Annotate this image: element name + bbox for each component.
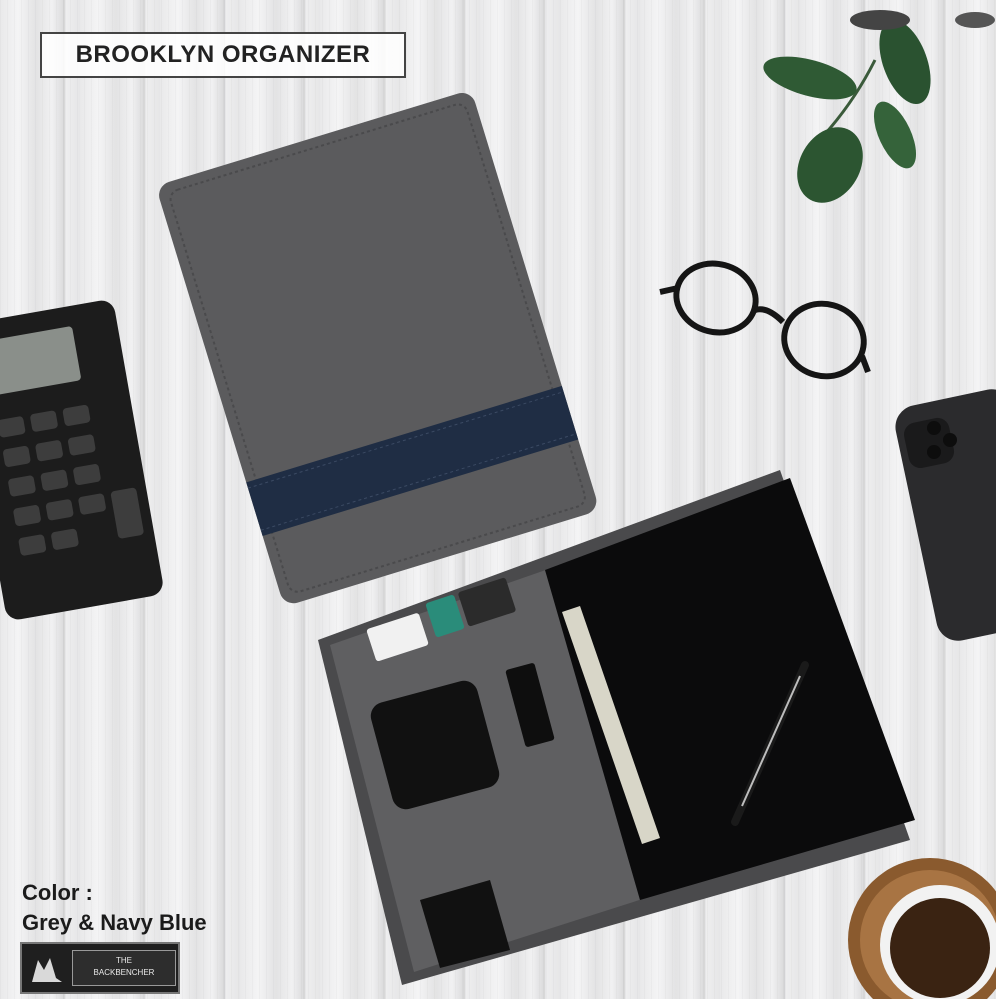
smartphone xyxy=(895,389,996,641)
brand-line-1: THE xyxy=(116,956,132,965)
brand-logo-icon xyxy=(32,958,62,982)
color-label: Color : xyxy=(22,880,93,905)
brand-line-2: BACKBENCHER xyxy=(93,968,155,977)
leaves xyxy=(763,10,995,203)
brand-badge: THE BACKBENCHER xyxy=(20,942,180,994)
scene-illustration xyxy=(0,10,996,999)
product-photo: BROOKLYN ORGANIZER Color : Grey & Navy B… xyxy=(0,0,996,999)
product-title: BROOKLYN ORGANIZER xyxy=(40,32,406,78)
calculator xyxy=(0,300,163,620)
color-value: Grey & Navy Blue xyxy=(22,910,207,935)
eyeglasses xyxy=(659,260,871,380)
closed-organizer xyxy=(159,92,597,604)
brand-wordmark: THE BACKBENCHER xyxy=(72,950,176,986)
coffee-cup xyxy=(848,858,996,999)
